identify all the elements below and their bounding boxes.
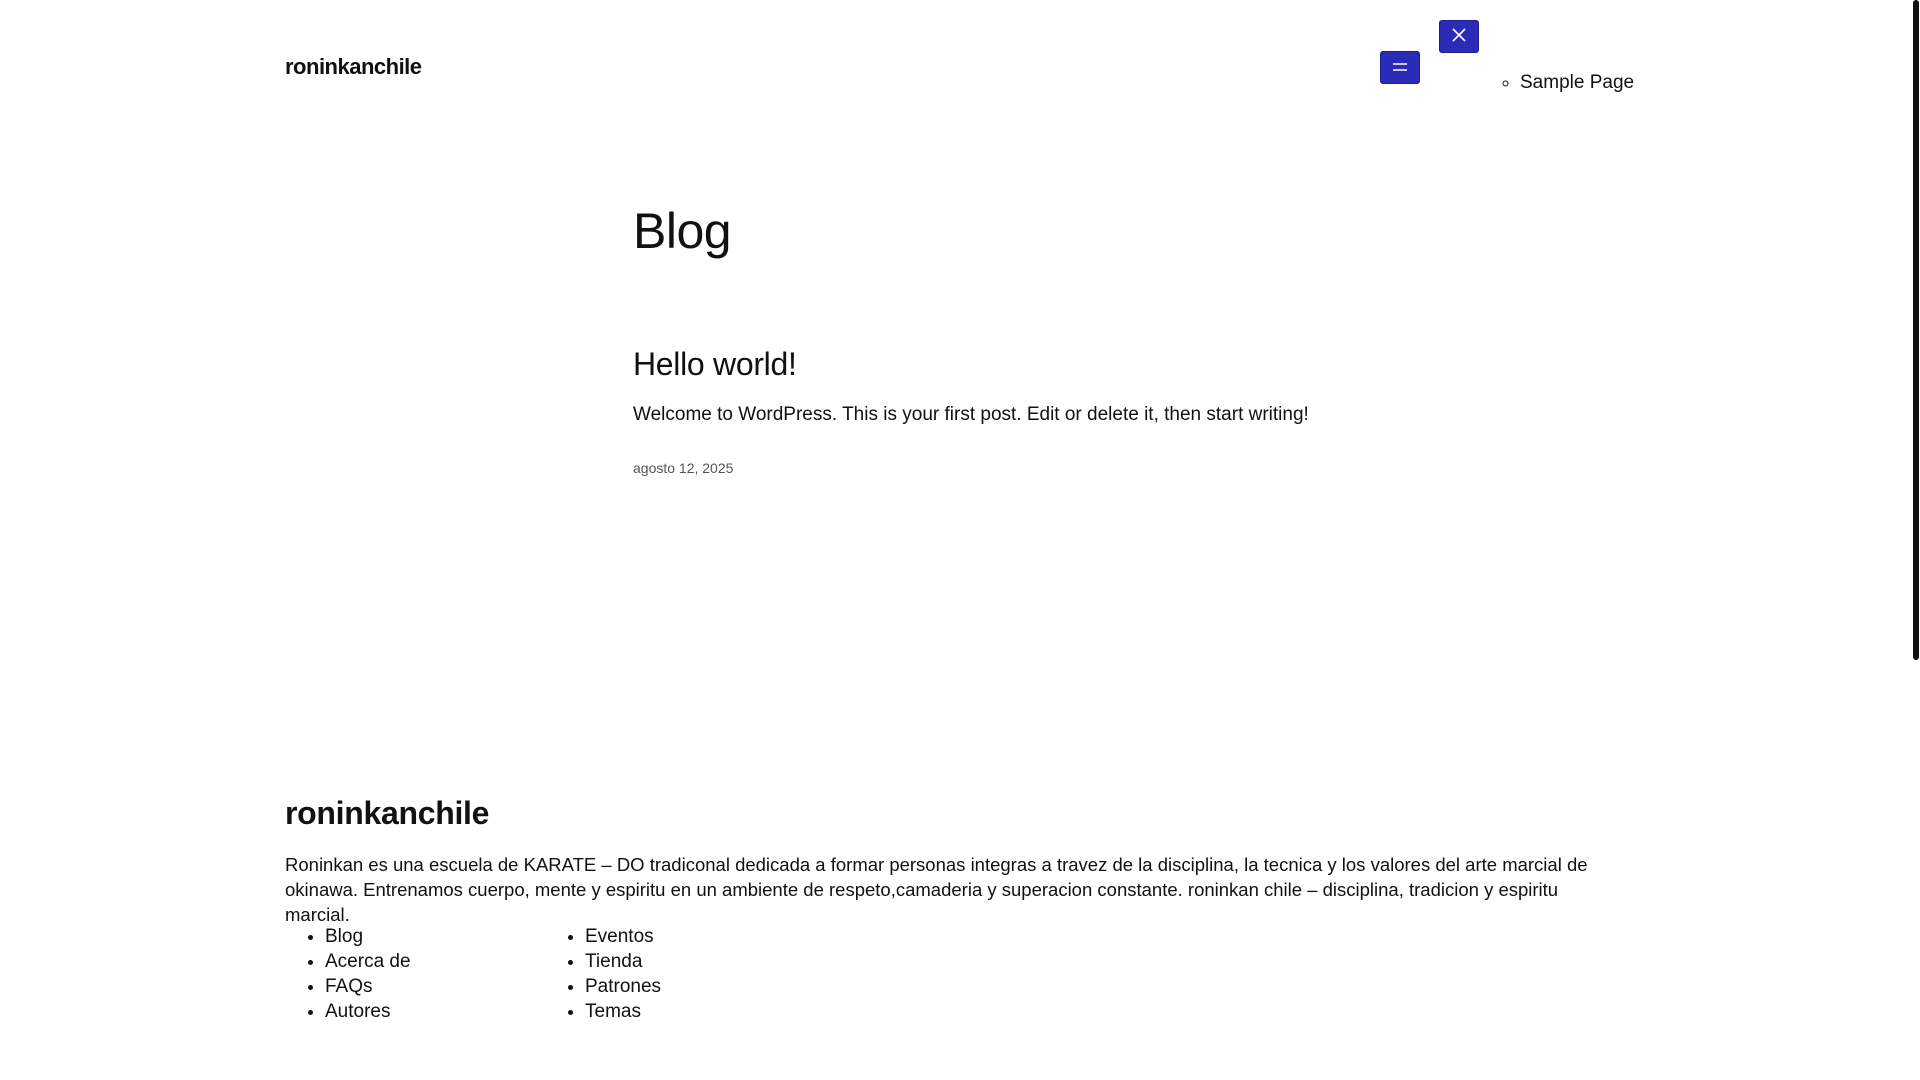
nav-submenu: Sample Page xyxy=(1500,72,1634,94)
footer-link-patrones[interactable]: Patrones xyxy=(585,974,661,999)
page: roninkanchile Sample Page Blog Hello wor… xyxy=(0,0,1920,1080)
footer-link-temas[interactable]: Temas xyxy=(585,999,661,1024)
footer-nav-col1: Blog Acerca de FAQs Autores xyxy=(305,924,411,1024)
post-excerpt: Welcome to WordPress. This is your first… xyxy=(633,404,1309,425)
scrollbar-thumb[interactable] xyxy=(1913,0,1919,660)
footer-site-title-link[interactable]: roninkanchile xyxy=(285,795,489,832)
page-title: Blog xyxy=(633,203,732,259)
menu-open-button[interactable] xyxy=(1380,51,1420,84)
footer-link-tienda[interactable]: Tienda xyxy=(585,949,661,974)
menu-close-button[interactable] xyxy=(1439,20,1479,53)
scrollbar-track[interactable] xyxy=(1912,0,1920,1080)
close-icon xyxy=(1452,28,1466,45)
footer-link-acerca-de[interactable]: Acerca de xyxy=(325,949,411,974)
footer-nav-col2: Eventos Tienda Patrones Temas xyxy=(565,924,661,1024)
post-title-link[interactable]: Hello world! xyxy=(633,346,797,383)
nav-item-sample-page[interactable]: Sample Page xyxy=(1520,72,1634,94)
footer-link-faqs[interactable]: FAQs xyxy=(325,974,411,999)
nav-link[interactable]: Sample Page xyxy=(1520,72,1634,93)
hamburger-icon xyxy=(1392,60,1408,75)
footer-link-eventos[interactable]: Eventos xyxy=(585,924,661,949)
footer-link-autores[interactable]: Autores xyxy=(325,999,411,1024)
footer-description: Roninkan es una escuela de KARATE – DO t… xyxy=(285,854,1588,925)
site-title-link[interactable]: roninkanchile xyxy=(285,54,422,80)
post-date: agosto 12, 2025 xyxy=(633,460,734,476)
footer-link-blog[interactable]: Blog xyxy=(325,924,411,949)
